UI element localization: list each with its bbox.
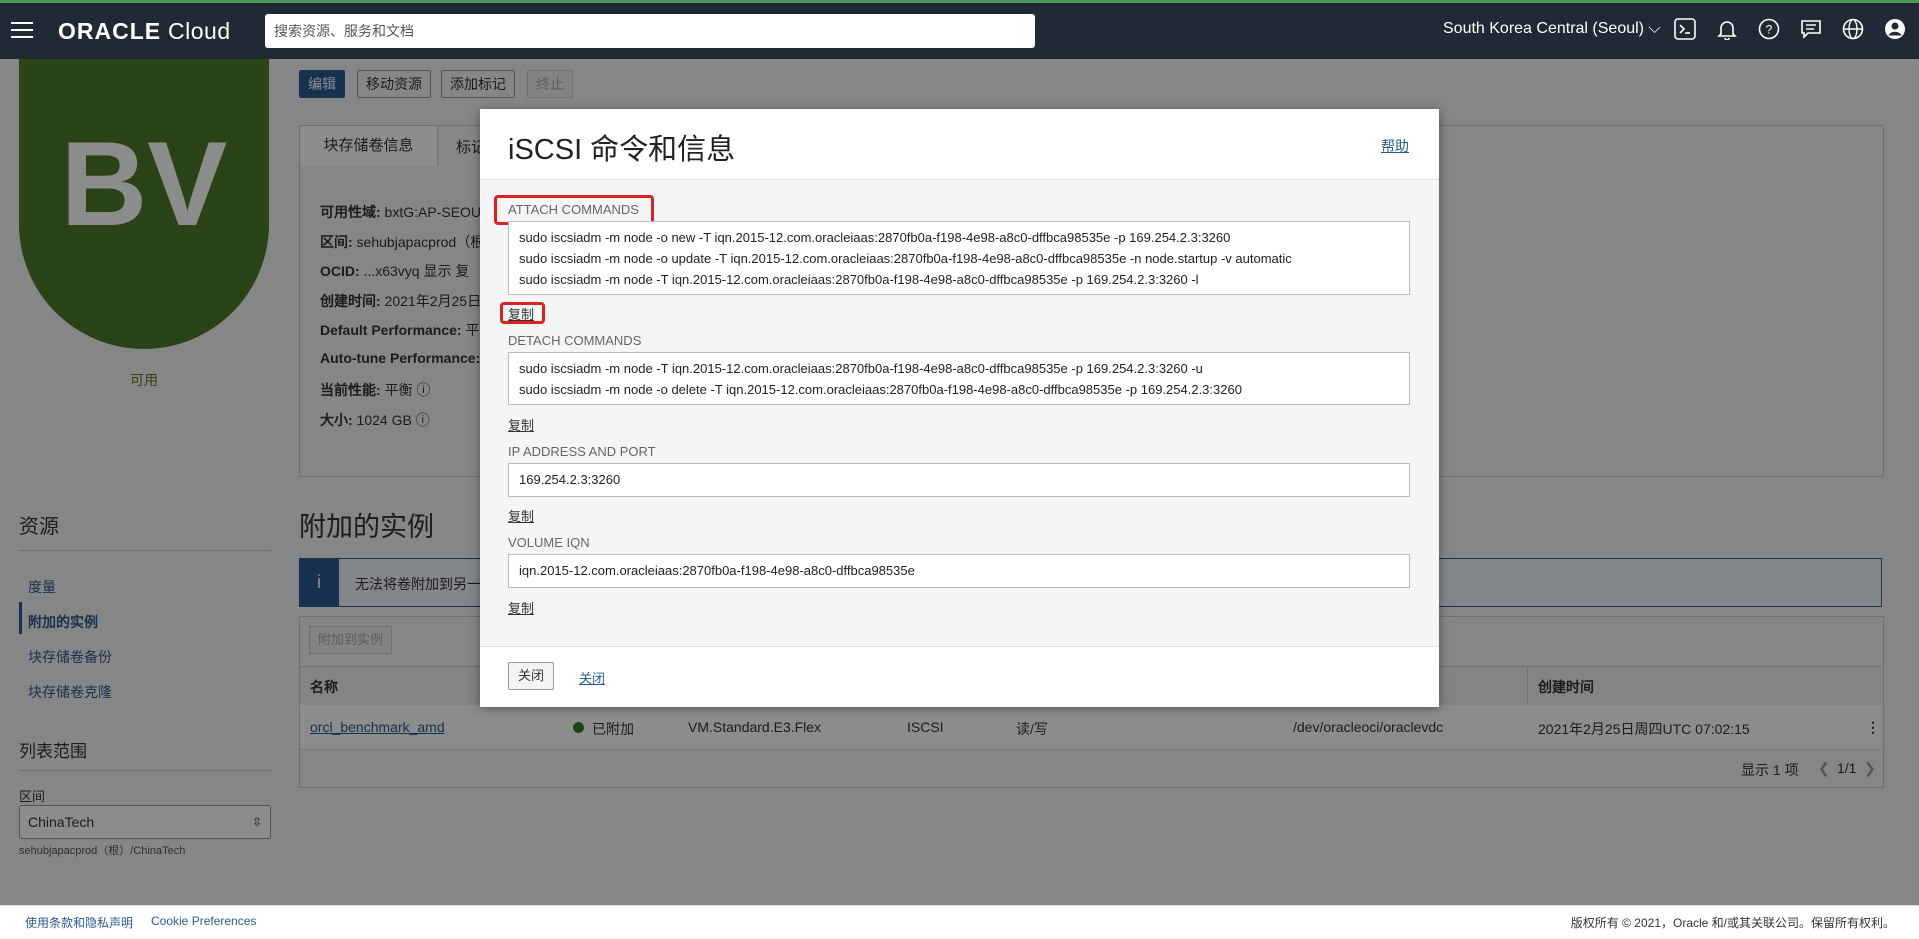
attach-command-line: sudo iscsiadm -m node -o update -T iqn.2…: [519, 251, 1292, 266]
attach-command-line: sudo iscsiadm -m node -T iqn.2015-12.com…: [519, 272, 1199, 287]
chevron-down-icon: ⌵: [1648, 20, 1661, 37]
ip-address-field[interactable]: 169.254.2.3:3260: [508, 463, 1410, 497]
hamburger-menu-icon[interactable]: [11, 22, 33, 38]
copy-volume-iqn-link[interactable]: 复制: [508, 598, 534, 617]
cloud-shell-icon[interactable]: [1673, 18, 1697, 42]
region-selector[interactable]: South Korea Central (Seoul) ⌵: [1443, 20, 1661, 38]
search-input[interactable]: 搜索资源、服务和文档: [265, 14, 1035, 48]
user-avatar-icon[interactable]: [1883, 18, 1907, 42]
volume-iqn-label: VOLUME IQN: [508, 535, 590, 550]
detach-commands-label: DETACH COMMANDS: [508, 333, 642, 348]
help-link[interactable]: 帮助: [1381, 136, 1409, 156]
attach-command-line: sudo iscsiadm -m node -o new -T iqn.2015…: [519, 230, 1231, 245]
cookie-preferences-link[interactable]: Cookie Preferences: [151, 914, 256, 928]
detach-command-line: sudo iscsiadm -m node -T iqn.2015-12.com…: [519, 361, 1203, 376]
copy-ip-address-link[interactable]: 复制: [508, 506, 534, 525]
dialog-title: iSCSI 命令和信息: [508, 134, 736, 166]
attach-commands-box[interactable]: sudo iscsiadm -m node -o new -T iqn.2015…: [508, 221, 1410, 295]
attach-commands-label: ATTACH COMMANDS: [508, 202, 639, 217]
volume-iqn-field[interactable]: iqn.2015-12.com.oracleiaas:2870fb0a-f198…: [508, 554, 1410, 588]
dialog-footer: [480, 646, 1439, 707]
detach-command-line: sudo iscsiadm -m node -o delete -T iqn.2…: [519, 382, 1242, 397]
close-button[interactable]: 关闭: [508, 662, 555, 690]
oracle-cloud-logo[interactable]: ORACLE Cloud: [58, 18, 231, 45]
terms-link[interactable]: 使用条款和隐私声明: [25, 914, 133, 931]
help-icon[interactable]: ?: [1757, 18, 1781, 42]
top-accent-line: [0, 0, 1919, 3]
detach-commands-box[interactable]: sudo iscsiadm -m node -T iqn.2015-12.com…: [508, 352, 1410, 405]
copyright-text: 版权所有 © 2021，Oracle 和/或其关联公司。保留所有权利。: [1570, 916, 1895, 930]
close-link[interactable]: 关闭: [579, 668, 605, 687]
ip-address-label: IP ADDRESS AND PORT: [508, 444, 656, 459]
svg-text:?: ?: [1766, 23, 1773, 37]
chat-icon[interactable]: [1799, 18, 1823, 42]
copy-attach-commands-link[interactable]: 复制: [508, 304, 534, 323]
bell-icon[interactable]: [1715, 18, 1739, 42]
globe-icon[interactable]: [1841, 18, 1865, 42]
copy-detach-commands-link[interactable]: 复制: [508, 415, 534, 434]
